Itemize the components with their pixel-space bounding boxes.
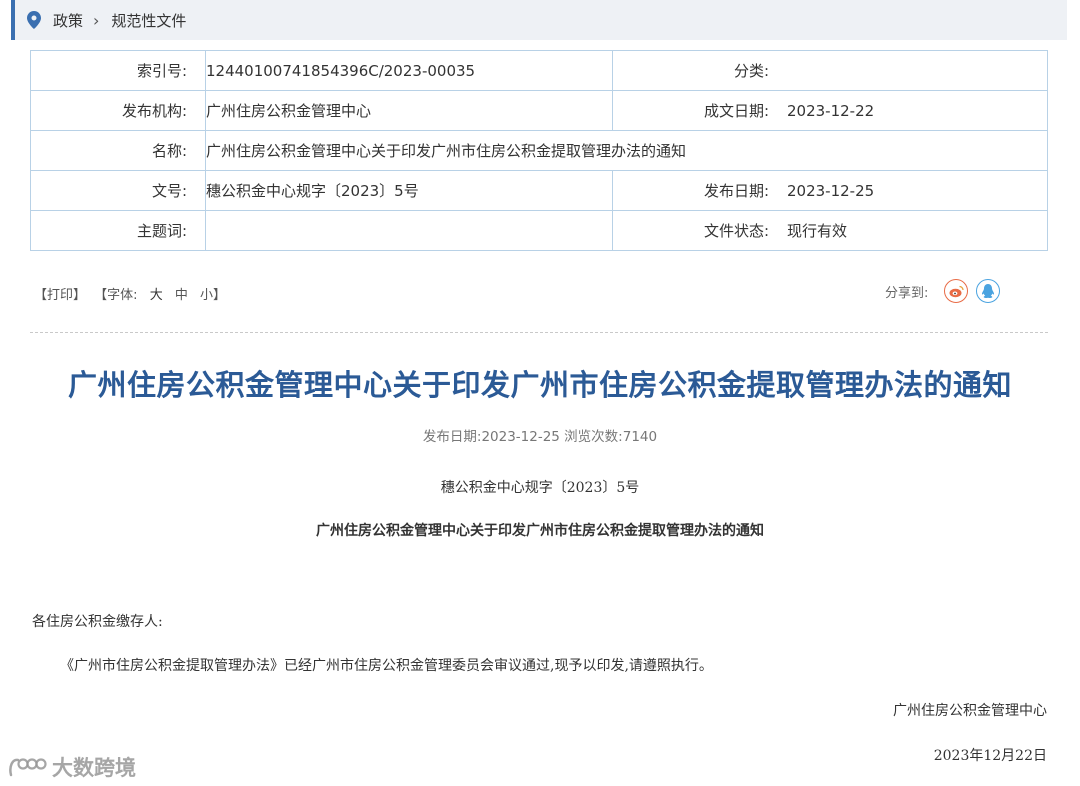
article-date: 2023年12月22日 (933, 748, 1047, 764)
breadcrumb-item-policy[interactable]: 政策 (53, 10, 83, 31)
font-large-button[interactable]: 大 (150, 288, 163, 303)
pub-date-value: 2023-12-25 (787, 170, 1048, 211)
status-label: 文件状态: (612, 210, 787, 251)
publisher-label: 发布机构: (30, 90, 206, 131)
watermark-logo-icon (9, 758, 47, 777)
watermark: 大数跨境 (8, 752, 136, 782)
written-date-label: 成文日期: (612, 90, 787, 131)
breadcrumb: 政策 › 规范性文件 (11, 0, 1067, 40)
article-paragraph: 《广州市住房公积金提取管理办法》已经广州市住房公积金管理委员会审议通过,现予以印… (60, 658, 713, 674)
keywords-label: 主题词: (30, 210, 206, 251)
font-small-button[interactable]: 小】 (200, 288, 226, 303)
font-size-label: 【字体: (94, 288, 138, 303)
written-date-value: 2023-12-22 (787, 90, 1048, 131)
weibo-icon[interactable] (944, 279, 969, 303)
qq-icon[interactable] (976, 279, 1001, 303)
status-value: 现行有效 (787, 210, 1048, 251)
table-row: 文号: 穗公积金中心规字〔2023〕5号 发布日期: 2023-12-25 (30, 170, 1048, 211)
category-label: 分类: (612, 50, 787, 91)
index-label: 索引号: (30, 50, 206, 91)
breadcrumb-item-normative-documents[interactable]: 规范性文件 (111, 10, 186, 31)
article-tools: 【打印】 【字体: 大 中 小】 (34, 284, 230, 303)
table-row: 名称: 广州住房公积金管理中心关于印发广州市住房公积金提取管理办法的通知 (30, 130, 1048, 171)
article-doc-number: 穗公积金中心规字〔2023〕5号 (440, 480, 640, 496)
article-salutation: 各住房公积金缴存人: (32, 614, 163, 630)
table-row: 主题词: 文件状态: 现行有效 (30, 210, 1048, 251)
article-signature: 广州住房公积金管理中心 (893, 703, 1047, 719)
article-subtitle: 广州住房公积金管理中心关于印发广州市住房公积金提取管理办法的通知 (316, 523, 764, 539)
chevron-right-icon: › (93, 10, 100, 30)
watermark-text: 大数跨境 (52, 756, 136, 780)
publisher-value: 广州住房公积金管理中心 (205, 90, 613, 131)
print-button[interactable]: 【打印】 (34, 288, 86, 303)
docno-value: 穗公积金中心规字〔2023〕5号 (205, 170, 613, 211)
table-row: 发布机构: 广州住房公积金管理中心 成文日期: 2023-12-22 (30, 90, 1048, 131)
table-row: 索引号: 12440100741854396C/2023-00035 分类: (30, 50, 1048, 91)
pub-date-label: 发布日期: (612, 170, 787, 211)
share-label: 分享到: (885, 285, 929, 301)
index-value: 12440100741854396C/2023-00035 (205, 50, 613, 91)
share-bar: 分享到: (885, 279, 1001, 303)
name-label: 名称: (30, 130, 206, 171)
divider (30, 332, 1048, 333)
docno-label: 文号: (30, 170, 206, 211)
category-value (787, 50, 1048, 91)
article-title: 广州住房公积金管理中心关于印发广州市住房公积金提取管理办法的通知 (67, 368, 1012, 402)
font-medium-button[interactable]: 中 (175, 288, 188, 303)
article-pub-info: 发布日期:2023-12-25 浏览次数:7140 (422, 429, 658, 445)
name-value: 广州住房公积金管理中心关于印发广州市住房公积金提取管理办法的通知 (205, 130, 1048, 171)
location-pin-icon (27, 11, 41, 29)
document-meta-table: 索引号: 12440100741854396C/2023-00035 分类: 发… (30, 50, 1048, 251)
keywords-value (205, 210, 613, 251)
